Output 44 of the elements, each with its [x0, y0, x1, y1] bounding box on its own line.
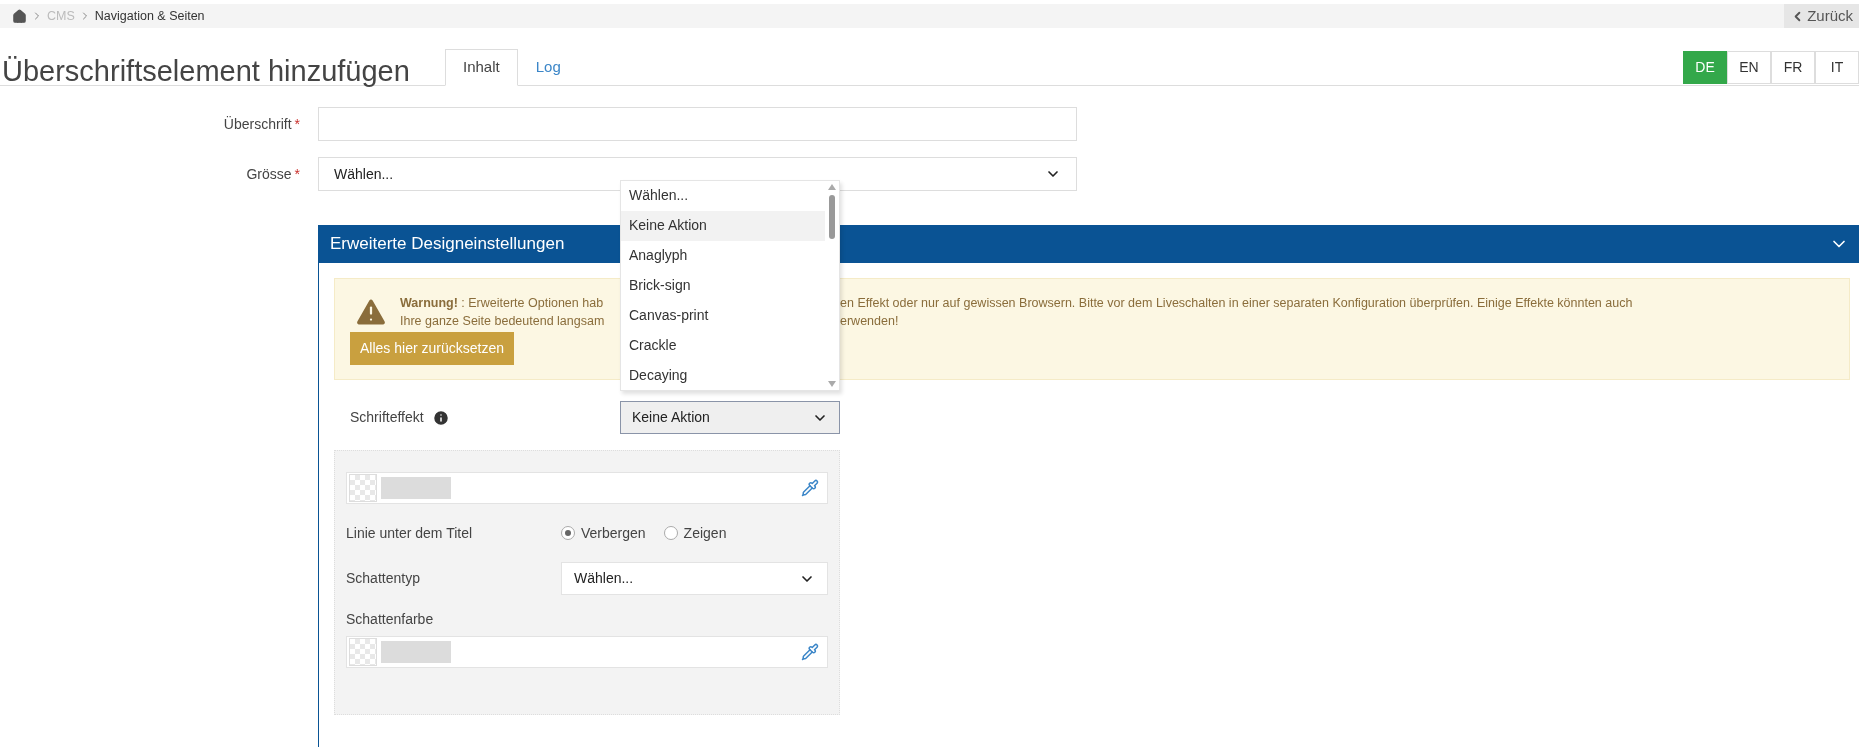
radio-option[interactable]: Verbergen: [561, 522, 646, 544]
eyedropper-icon[interactable]: [801, 643, 819, 661]
select-field[interactable]: Wählen...: [561, 562, 828, 595]
field-label: Grösse: [246, 164, 292, 184]
tab[interactable]: Log: [517, 49, 579, 86]
eyedropper-icon[interactable]: [801, 479, 819, 497]
tab[interactable]: Inhalt: [445, 49, 518, 86]
breadcrumb-link[interactable]: Navigation & Seiten: [94, 6, 205, 26]
page-title: Überschriftselement hinzufügen: [1, 54, 411, 89]
info-icon[interactable]: [431, 408, 450, 427]
field-label: Schattentyp: [346, 569, 421, 588]
dropdown-option[interactable]: Crackle: [621, 330, 825, 361]
color-field[interactable]: [346, 472, 828, 504]
warning-text: erwenden!: [840, 313, 899, 330]
field-label: Schattenfarbe: [346, 610, 435, 629]
color-swatch[interactable]: [349, 474, 377, 502]
back-button[interactable]: Zurück: [1784, 4, 1859, 28]
dropdown-option[interactable]: Brick-sign: [621, 270, 825, 301]
warning-text: Ihre ganze Seite bedeutend langsam: [400, 314, 605, 328]
dropdown-option[interactable]: Keine Aktion: [621, 210, 825, 241]
select-field[interactable]: Keine Aktion: [620, 401, 840, 434]
dropdown-option[interactable]: Decaying: [621, 360, 825, 390]
field-label: Überschrift: [223, 114, 292, 134]
warning-text: en Effekt oder nur auf gewissen Browsern. Bitte vor dem Liveschalten in einer separaten Konfiguration überprüfen. Einige Effekte könnten auch: [840, 295, 1633, 312]
required-mark: *: [294, 164, 300, 184]
radio-option[interactable]: Zeigen: [663, 522, 727, 544]
color-swatch[interactable]: [349, 638, 377, 666]
color-value: [381, 477, 451, 499]
radio-button[interactable]: [561, 526, 575, 540]
required-mark: *: [294, 114, 300, 134]
panel-title: Erweiterte Designeinstellungen: [330, 233, 565, 256]
dropdown-option[interactable]: Canvas-print: [621, 300, 825, 331]
radio-button[interactable]: [663, 526, 678, 540]
scroll-up-icon[interactable]: [828, 184, 836, 190]
language-button[interactable]: IT: [1815, 51, 1859, 84]
field-label: Schrifteffekt: [350, 408, 424, 427]
language-button[interactable]: EN: [1727, 51, 1771, 84]
color-field[interactable]: [346, 636, 828, 668]
color-value: [381, 641, 451, 663]
language-button[interactable]: FR: [1771, 51, 1815, 84]
warning-text: Warnung! : Erweiterte Optionen hab: [400, 296, 604, 310]
input-field[interactable]: [318, 107, 1077, 141]
home-icon[interactable]: [12, 8, 27, 24]
field-label: Linie unter dem Titel: [346, 523, 474, 543]
